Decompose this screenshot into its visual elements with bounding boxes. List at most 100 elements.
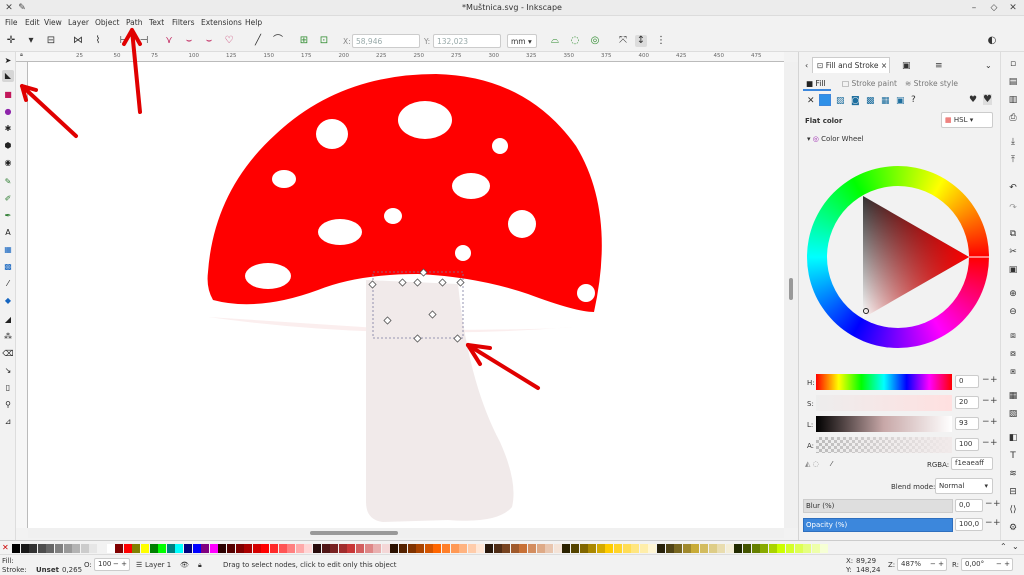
palette-swatch[interactable]: [665, 544, 674, 553]
radial-gradient-icon[interactable]: ◙: [851, 96, 860, 106]
slider-l-increment[interactable]: −: [982, 417, 990, 427]
color-managed-icon[interactable]: ◭ ◌: [805, 460, 819, 468]
palette-swatch[interactable]: [373, 544, 382, 553]
palette-swatch[interactable]: [510, 544, 519, 553]
palette-swatch[interactable]: [734, 544, 743, 553]
print-icon[interactable]: ⎙: [1007, 112, 1019, 124]
node-auto-icon[interactable]: ♡: [223, 35, 235, 47]
palette-swatch[interactable]: [820, 544, 829, 553]
subtab-stroke-paint[interactable]: □ Stroke paint: [842, 79, 897, 88]
palette-swatch[interactable]: [347, 544, 356, 553]
canvas-drawing[interactable]: [28, 62, 784, 528]
palette-swatch[interactable]: [579, 544, 588, 553]
stroke-width-value[interactable]: 0,265: [62, 566, 82, 574]
unlink-clone-icon[interactable]: ⧆: [1007, 366, 1019, 378]
menu-text[interactable]: Text: [149, 18, 164, 27]
palette-swatch[interactable]: [794, 544, 803, 553]
palette-swatch[interactable]: [175, 544, 184, 553]
snap-toggle-icon[interactable]: ↕: [635, 35, 647, 47]
color-picker-icon[interactable]: ⁄: [831, 460, 832, 468]
spiral-tool-icon[interactable]: ◉: [2, 157, 14, 169]
drawing-canvas[interactable]: [28, 62, 784, 528]
palette-swatch[interactable]: [46, 544, 55, 553]
palette-swatch[interactable]: [682, 544, 691, 553]
align-dialog-icon[interactable]: ⊟: [1007, 486, 1019, 498]
zoom-selection-icon[interactable]: ⊕: [1007, 288, 1019, 300]
star-tool-icon[interactable]: ✱: [2, 123, 14, 135]
palette-swatch[interactable]: [98, 544, 106, 553]
palette-swatch[interactable]: [502, 544, 511, 553]
current-layer[interactable]: Layer 1: [145, 561, 171, 569]
menu-edit[interactable]: Edit: [25, 18, 40, 27]
close-button[interactable]: ✕: [1007, 2, 1019, 14]
palette-swatch[interactable]: [536, 544, 545, 553]
palette-swatch[interactable]: [803, 544, 812, 553]
join-nodes-icon[interactable]: ⋈: [72, 35, 84, 47]
palette-scroll-icon[interactable]: ⌃: [1000, 542, 1007, 551]
palette-swatch[interactable]: [433, 544, 442, 553]
pattern-icon[interactable]: ▦: [881, 96, 890, 106]
connector-tool-icon[interactable]: ↘: [2, 365, 14, 377]
show-mask-icon[interactable]: ◎: [589, 35, 601, 47]
menu-help[interactable]: Help: [245, 18, 262, 27]
insert-node-icon[interactable]: ✛: [5, 35, 17, 47]
palette-swatch[interactable]: [811, 544, 820, 553]
ellipse-tool-icon[interactable]: ●: [2, 106, 14, 118]
palette-swatch[interactable]: [278, 544, 287, 553]
layer-lock-icon[interactable]: 🔒︎: [198, 561, 202, 570]
eraser-tool-icon[interactable]: ⌫: [2, 348, 14, 360]
palette-swatch[interactable]: [743, 544, 751, 553]
xml-editor-icon[interactable]: ⟨⟩: [1007, 504, 1019, 516]
show-outline-icon[interactable]: ◌: [569, 35, 581, 47]
cut-icon[interactable]: ✂: [1007, 246, 1019, 258]
unset-paint-icon[interactable]: ?: [911, 95, 916, 105]
palette-swatch[interactable]: [184, 544, 192, 553]
slider-l-input[interactable]: 93: [955, 417, 979, 430]
delete-segment-icon[interactable]: ⊣: [138, 35, 150, 47]
no-paint-icon[interactable]: ✕: [807, 96, 815, 106]
palette-swatch[interactable]: [381, 544, 390, 553]
objects-tab-icon[interactable]: ≡: [935, 61, 943, 71]
palette-swatch[interactable]: [72, 544, 81, 553]
rotation-input[interactable]: 0,00° − +: [961, 558, 1013, 571]
mesh-tool-icon[interactable]: ▩: [2, 261, 14, 273]
horizontal-scroll-thumb[interactable]: [310, 531, 398, 535]
node-cusp-icon[interactable]: ⋎: [163, 35, 175, 47]
paste-icon[interactable]: ▣: [1007, 264, 1019, 276]
palette-swatch[interactable]: [20, 544, 29, 553]
layers-tab-icon[interactable]: ▣: [902, 61, 911, 71]
object-to-path-icon[interactable]: ⊞: [298, 35, 310, 47]
blend-mode-select[interactable]: Normal ▾: [935, 478, 993, 494]
menu-object[interactable]: Object: [95, 18, 119, 27]
palette-swatch[interactable]: [588, 544, 597, 553]
palette-swatch[interactable]: [304, 544, 313, 553]
slider-s-track[interactable]: [816, 395, 952, 411]
palette-swatch[interactable]: [166, 544, 175, 553]
menu-filters[interactable]: Filters: [172, 18, 194, 27]
vertical-scrollbar[interactable]: [784, 62, 798, 528]
palette-swatch[interactable]: [691, 544, 700, 553]
linear-gradient-icon[interactable]: ▨: [836, 96, 845, 106]
text-tool-icon[interactable]: A: [2, 227, 14, 239]
menu-extensions[interactable]: Extensions: [201, 18, 242, 27]
pages-tool-icon[interactable]: ▯: [2, 382, 14, 394]
slider-a-input[interactable]: 100: [955, 438, 979, 451]
palette-swatch[interactable]: [106, 544, 115, 553]
layers-dialog-icon[interactable]: ≋: [1007, 468, 1019, 480]
palette-swatch[interactable]: [493, 544, 502, 553]
more-options-icon[interactable]: ⋮: [655, 35, 667, 47]
palette-swatch[interactable]: [519, 544, 528, 553]
palette-swatch[interactable]: [622, 544, 631, 553]
palette-swatch[interactable]: [476, 544, 485, 553]
palette-swatch[interactable]: [399, 544, 407, 553]
palette-swatch[interactable]: [459, 544, 468, 553]
palette-swatch[interactable]: [244, 544, 253, 553]
group-icon[interactable]: ▦: [1007, 390, 1019, 402]
duplicate-icon[interactable]: ⧈: [1007, 330, 1019, 342]
palette-swatch[interactable]: [218, 544, 227, 553]
palette-swatch[interactable]: [141, 544, 149, 553]
node-smooth-icon[interactable]: ⌣: [183, 35, 195, 47]
palette-swatch[interactable]: [115, 544, 124, 553]
stroke-to-path-icon[interactable]: ⊡: [318, 35, 330, 47]
swatch-icon[interactable]: ▣: [896, 96, 905, 106]
